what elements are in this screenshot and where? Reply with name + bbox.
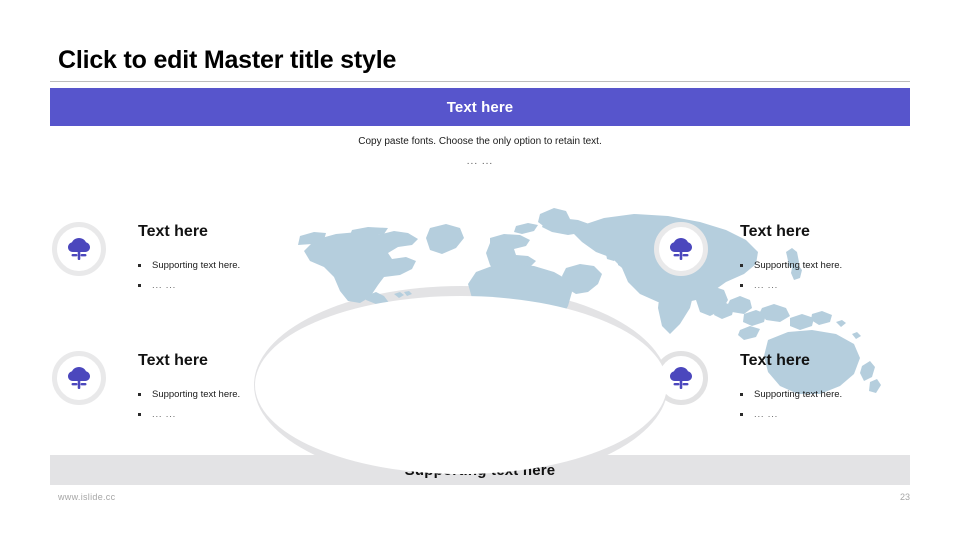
content-heading: Text here [740, 352, 810, 369]
subtitle-line-2: ... ... [466, 156, 494, 167]
content-text-top-right: Text here Supporting text here. ... ... [740, 222, 842, 296]
content-text-bottom-left: Text here Supporting text here. ... ... [138, 351, 240, 425]
tree-icon [670, 367, 692, 389]
subtitle-line-1: Copy paste fonts. Choose the only option… [358, 136, 602, 147]
content-bullets: Supporting text here. ... ... [740, 256, 842, 296]
content-block-top-left[interactable]: Text here Supporting text here. ... ... [52, 222, 240, 296]
tree-icon [670, 238, 692, 260]
header-banner[interactable]: Text here [50, 88, 910, 126]
content-bullets: Supporting text here. ... ... [740, 385, 842, 425]
content-block-bottom-left[interactable]: Text here Supporting text here. ... ... [52, 351, 240, 425]
icon-badge-3[interactable] [52, 351, 106, 405]
icon-badge-2[interactable] [654, 222, 708, 276]
list-item: ... ... [138, 405, 240, 425]
list-item: ... ... [740, 276, 842, 296]
content-bullets: Supporting text here. ... ... [138, 256, 240, 296]
content-heading: Text here [138, 223, 208, 240]
content-block-top-right[interactable]: Text here Supporting text here. ... ... [654, 222, 842, 296]
list-item: Supporting text here. [740, 256, 842, 276]
list-item: Supporting text here. [740, 385, 842, 405]
list-item: ... ... [740, 405, 842, 425]
tree-icon [68, 238, 90, 260]
list-item: Supporting text here. [138, 256, 240, 276]
icon-badge-1[interactable] [52, 222, 106, 276]
content-text-top-left: Text here Supporting text here. ... ... [138, 222, 240, 296]
footer-url[interactable]: www.islide.cc [58, 492, 115, 502]
content-heading: Text here [740, 223, 810, 240]
list-item: ... ... [138, 276, 240, 296]
subtitle-block: Copy paste fonts. Choose the only option… [50, 132, 910, 172]
content-heading: Text here [138, 352, 208, 369]
map-inner-ellipse-overlay [255, 296, 667, 474]
content-bullets: Supporting text here. ... ... [138, 385, 240, 425]
content-text-bottom-right: Text here Supporting text here. ... ... [740, 351, 842, 425]
title-divider [50, 81, 910, 82]
tree-icon [68, 367, 90, 389]
content-block-bottom-right[interactable]: Text here Supporting text here. ... ... [654, 351, 842, 425]
page-title: Click to edit Master title style [58, 46, 397, 74]
footer-page-number: 23 [899, 492, 910, 502]
list-item: Supporting text here. [138, 385, 240, 405]
header-banner-label: Text here [446, 98, 514, 116]
